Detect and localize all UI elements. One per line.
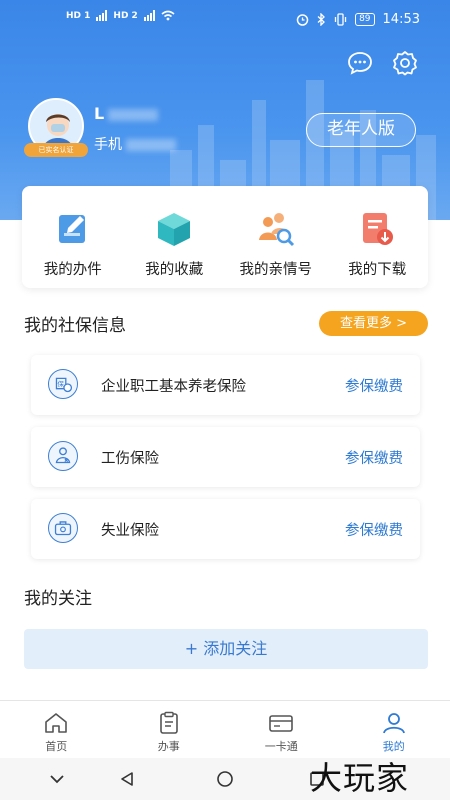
- unemployment-icon: [48, 513, 78, 543]
- elder-mode-button[interactable]: 老年人版: [306, 113, 416, 147]
- alarm-icon: [296, 14, 309, 26]
- quick-actions-card: 我的办件 我的收藏 我的亲情号 我的下载: [22, 186, 428, 288]
- quick-action-downloads[interactable]: 我的下载: [327, 186, 429, 288]
- social-security-title: 我的社保信息: [24, 316, 126, 336]
- nav-mine[interactable]: 我的: [338, 701, 450, 758]
- pay-premium-link[interactable]: 参保缴费: [345, 375, 403, 396]
- settings-gear-icon[interactable]: [392, 50, 418, 76]
- network-indicator-2: HD 2: [113, 10, 138, 21]
- watermark: 大玩家: [310, 759, 410, 797]
- status-bar: HD 1 HD 2 89 14:53: [0, 0, 450, 40]
- back-icon[interactable]: [118, 770, 136, 788]
- quick-action-my-cases[interactable]: 我的办件: [22, 186, 124, 288]
- network-indicator-1: HD 1: [66, 10, 91, 21]
- nav-card[interactable]: 一卡通: [225, 701, 338, 758]
- message-icon[interactable]: [347, 50, 373, 76]
- signal-icon-2: [143, 10, 155, 21]
- home-circle-icon[interactable]: [216, 770, 234, 788]
- signal-icon: [96, 10, 108, 21]
- add-follow-button[interactable]: + 添加关注: [24, 629, 428, 669]
- box-icon: [158, 213, 191, 246]
- view-more-button[interactable]: 查看更多 >: [319, 311, 428, 336]
- verified-badge: 已实名认证: [24, 143, 88, 157]
- injury-icon: [48, 441, 78, 471]
- wifi-icon: [161, 10, 175, 21]
- svg-text:保: 保: [57, 379, 64, 388]
- clipboard-icon: [159, 711, 178, 734]
- document-edit-icon: [58, 215, 85, 243]
- card-icon: [269, 715, 294, 732]
- insurance-card-pension[interactable]: 保 企业职工基本养老保险 参保缴费: [31, 355, 420, 415]
- download-document-icon: [363, 213, 394, 245]
- family-search-icon: [258, 213, 294, 247]
- insurance-card-unemployment[interactable]: 失业保险 参保缴费: [31, 499, 420, 559]
- quick-action-family-number[interactable]: 我的亲情号: [225, 186, 327, 288]
- user-phone: 手机: [94, 134, 176, 154]
- user-icon: [382, 713, 405, 734]
- my-follow-title: 我的关注: [24, 589, 92, 609]
- insurance-card-injury[interactable]: 工伤保险 参保缴费: [31, 427, 420, 487]
- quick-action-favorites[interactable]: 我的收藏: [124, 186, 226, 288]
- bluetooth-icon: [317, 13, 326, 26]
- nav-home[interactable]: 首页: [0, 701, 113, 758]
- vibrate-icon: [334, 13, 347, 26]
- bottom-nav: 首页 办事 一卡通 我的: [0, 700, 450, 758]
- battery-icon: 89: [355, 13, 375, 26]
- chevron-down-icon[interactable]: [48, 770, 66, 788]
- pension-icon: 保: [48, 369, 78, 399]
- pay-premium-link[interactable]: 参保缴费: [345, 447, 403, 468]
- user-name: L: [94, 104, 159, 123]
- pay-premium-link[interactable]: 参保缴费: [345, 519, 403, 540]
- home-icon: [45, 713, 68, 733]
- nav-services[interactable]: 办事: [113, 701, 226, 758]
- clock: 14:53: [382, 12, 420, 27]
